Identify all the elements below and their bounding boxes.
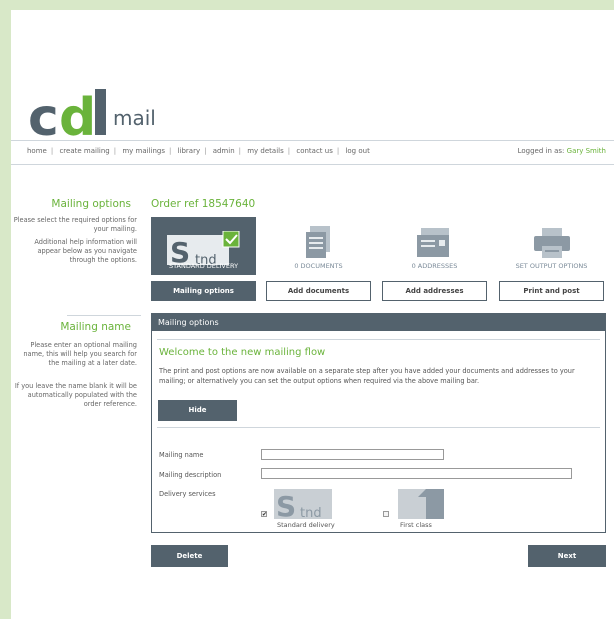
panel-divider-2: [157, 427, 600, 428]
mailing-name-input[interactable]: [261, 449, 444, 460]
standard-delivery-checkbox[interactable]: ✔: [261, 511, 267, 518]
step-caption: 0 ADDRESSES: [411, 262, 458, 270]
mailing-options-panel: Mailing options Welcome to the new maili…: [151, 313, 606, 533]
svg-text:d: d: [59, 88, 96, 143]
first-class-label: First class: [400, 521, 432, 529]
help-text-name-1: Please enter an optional mailing name, t…: [23, 341, 137, 367]
svg-text:c: c: [28, 88, 59, 143]
nav-create-mailing[interactable]: create mailing: [59, 147, 109, 155]
document-icon: [305, 226, 330, 258]
first-class-checkbox[interactable]: [383, 511, 389, 517]
address-card-icon: [416, 228, 449, 257]
welcome-heading: Welcome to the new mailing flow: [159, 347, 326, 358]
svg-text:tnd: tnd: [300, 506, 322, 519]
nav-my-mailings[interactable]: my mailings: [122, 147, 165, 155]
step-documents[interactable]: 0 DOCUMENTS: [266, 217, 371, 275]
standard-delivery-label: Standard delivery: [277, 521, 335, 529]
step-caption: STANDARD DELIVERY: [168, 262, 239, 270]
next-button[interactable]: Next: [528, 545, 606, 567]
help-title-mailing-name: Mailing name: [60, 321, 131, 333]
print-and-post-button[interactable]: Print and post: [499, 281, 604, 301]
nav-divider-bottom: [11, 164, 614, 165]
delete-button[interactable]: Delete: [151, 545, 228, 567]
nav-library[interactable]: library: [178, 147, 201, 155]
nav-divider-top: [11, 140, 614, 141]
svg-text:mail: mail: [113, 106, 156, 130]
mailing-description-input[interactable]: [261, 468, 572, 479]
help-text-options-1: Please select the required options for y…: [13, 216, 137, 233]
page: c d mail home | create mailing | my mailin…: [11, 10, 614, 619]
standard-delivery-service-icon: S tnd: [274, 489, 332, 519]
hide-button[interactable]: Hide: [158, 400, 237, 421]
order-reference: Order ref 18547640: [151, 198, 256, 210]
mailing-name-label: Mailing name: [159, 451, 204, 459]
nav-admin[interactable]: admin: [213, 147, 235, 155]
welcome-text: The print and post options are now avail…: [159, 367, 575, 385]
first-class-service-icon: [398, 489, 444, 519]
user-name-link[interactable]: Gary Smith: [567, 147, 606, 155]
nav-contact-us[interactable]: contact us: [296, 147, 333, 155]
nav-home[interactable]: home: [27, 147, 47, 155]
mailing-description-label: Mailing description: [159, 471, 222, 479]
stnd-logo-s: S: [276, 490, 296, 519]
step-output-options[interactable]: SET OUTPUT OPTIONS: [499, 217, 604, 275]
help-text-options-2: Additional help information will appear …: [34, 238, 137, 264]
delivery-services-label: Delivery services: [159, 490, 216, 498]
step-caption: SET OUTPUT OPTIONS: [515, 262, 588, 270]
step-standard-delivery[interactable]: S tnd STANDARD DELIVERY: [151, 217, 256, 275]
add-addresses-button[interactable]: Add addresses: [382, 281, 487, 301]
mailing-options-button[interactable]: Mailing options: [151, 281, 256, 301]
add-documents-button[interactable]: Add documents: [266, 281, 371, 301]
printer-icon: [533, 228, 570, 258]
help-title-mailing-options: Mailing options: [51, 198, 131, 210]
nav-my-details[interactable]: my details: [247, 147, 284, 155]
help-divider: [67, 315, 141, 316]
login-status: Logged in as: Gary Smith: [518, 147, 606, 155]
panel-title: Mailing options: [152, 314, 605, 331]
step-caption: 0 DOCUMENTS: [294, 262, 343, 270]
panel-divider: [157, 339, 600, 340]
main-nav: home | create mailing | my mailings | libra…: [27, 147, 370, 155]
logged-in-label: Logged in as:: [517, 147, 565, 155]
nav-log-out[interactable]: log out: [345, 147, 369, 155]
help-text-name-2: If you leave the name blank it will be a…: [14, 382, 137, 408]
cdl-mail-logo: c d mail: [28, 88, 156, 143]
step-addresses[interactable]: 0 ADDRESSES: [382, 217, 487, 275]
